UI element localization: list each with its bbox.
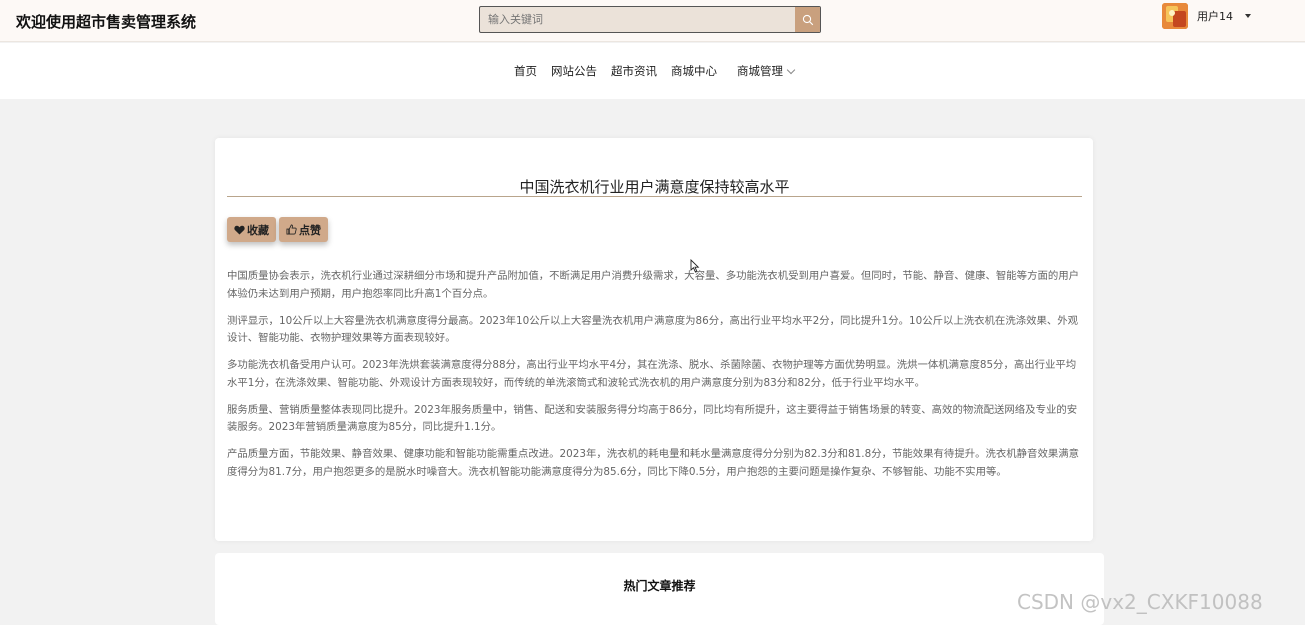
article-paragraph: 多功能洗衣机备受用户认可。2023年洗烘套装满意度得分88分，高出行业平均水平4… [227,359,1077,389]
mouse-cursor-icon [690,259,700,273]
watermark: CSDN @vx2_CXKF10088 [1017,590,1263,614]
user-menu[interactable]: 用户14 [1162,2,1251,30]
caret-down-icon[interactable] [1245,14,1251,18]
article-paragraph: 服务质量、营销质量整体表现同比提升。2023年服务质量中，销售、配送和安装服务得… [227,403,1078,434]
favorite-label: 收藏 [247,223,269,237]
user-name[interactable]: 用户14 [1197,8,1233,24]
chevron-down-icon [786,65,796,74]
article-paragraph: 中国质量协会表示，洗衣机行业通过深耕细分市场和提升产品附加值，不断满足用户消费升… [227,270,1080,300]
like-label: 点赞 [299,223,321,237]
article-title: 中国洗衣机行业用户满意度保持较高水平 [519,178,790,196]
nav-item-news[interactable]: 超市资讯 [611,63,657,79]
search-input[interactable] [480,7,795,32]
hot-articles-title: 热门文章推荐 [623,579,696,593]
top-header: 欢迎使用超市售卖管理系统 用户14 [0,0,1305,42]
article-card: 中国洗衣机行业用户满意度保持较高水平 收藏 点赞 中国质量协会表示，洗衣机行业通… [215,138,1093,541]
nav-item-mall-management[interactable]: 商城管理 [737,63,796,79]
like-button[interactable]: 点赞 [279,217,328,242]
hot-articles-section: 热门文章推荐 [215,553,1104,625]
article-body: 中国质量协会表示，洗衣机行业通过深耕细分市场和提升产品附加值，不断满足用户消费升… [227,268,1082,491]
main-nav: 首页 网站公告 超市资讯 商城中心 商城管理 [0,43,1305,99]
nav-submenu-label: 商城管理 [737,64,783,78]
nav-item-home[interactable]: 首页 [514,63,537,79]
nav-item-announcements[interactable]: 网站公告 [551,63,597,79]
article-paragraph: 测评显示，10公斤以上大容量洗衣机满意度得分最高。2023年10公斤以上大容量洗… [227,314,1079,345]
search-button[interactable] [795,7,820,32]
search-icon [802,14,813,25]
avatar[interactable] [1162,3,1188,29]
site-title: 欢迎使用超市售卖管理系统 [16,13,197,31]
heart-icon [234,225,245,235]
nav-item-mall[interactable]: 商城中心 [671,63,717,79]
title-divider [227,196,1082,197]
article-paragraph: 产品质量方面，节能效果、静音效果、健康功能和智能功能需重点改进。2023年，洗衣… [227,448,1080,478]
search-bar [479,6,821,33]
favorite-button[interactable]: 收藏 [227,217,276,242]
nav-list: 首页 网站公告 超市资讯 商城中心 商城管理 [514,63,808,79]
thumbs-up-icon [286,224,297,235]
